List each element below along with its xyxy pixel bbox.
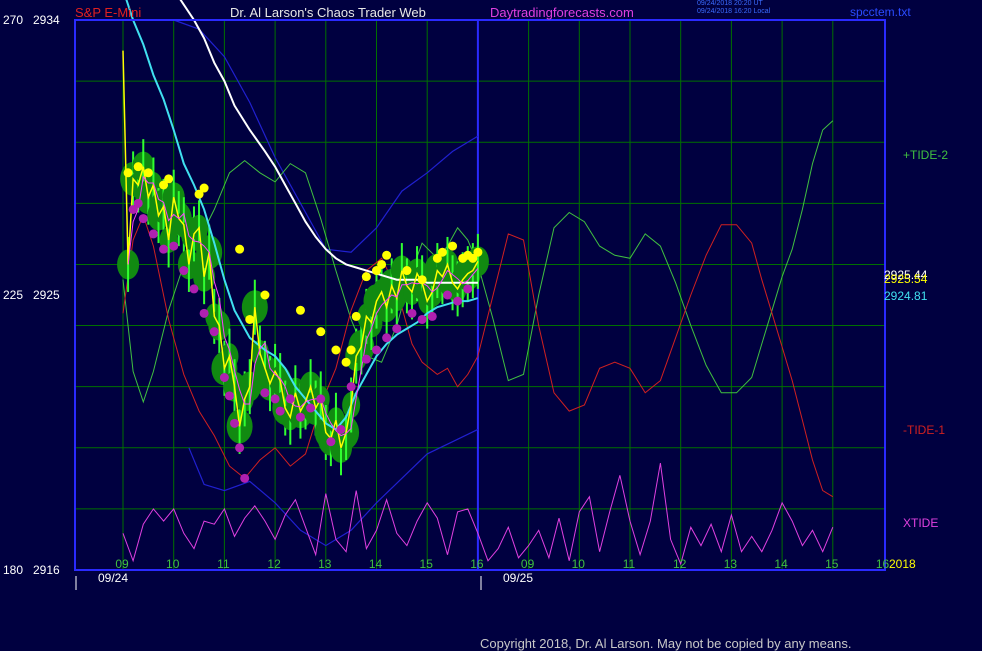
low-marker: [219, 373, 229, 382]
low-marker: [392, 324, 402, 334]
low-marker: [295, 412, 305, 422]
low-marker: [463, 284, 473, 294]
grid: [75, 20, 885, 570]
low-marker: [453, 296, 463, 306]
low-marker: [159, 244, 169, 254]
high-marker: [361, 272, 371, 282]
x-tick-label: 16: [876, 557, 890, 571]
x-tick-label: 10: [166, 557, 180, 571]
symbol-title: S&P E-Mini: [75, 5, 142, 20]
year-label: 2018: [889, 557, 916, 571]
x-tick-label: 15: [825, 557, 839, 571]
y-tick-label: 2934: [33, 13, 60, 27]
x-tick-label: 11: [623, 557, 636, 571]
axis-ticks: [75, 576, 482, 590]
x-tick-label: 09: [521, 557, 535, 571]
high-marker: [448, 241, 458, 251]
x-tick-label: 10: [572, 557, 586, 571]
low-marker: [372, 345, 381, 355]
high-marker: [123, 168, 133, 178]
low-marker: [442, 290, 452, 300]
high-marker: [402, 266, 412, 276]
x-tick-label: 13: [724, 557, 738, 571]
low-marker: [240, 473, 250, 483]
high-marker: [351, 311, 361, 321]
high-marker: [316, 327, 326, 337]
right-value: 2924.81: [884, 289, 928, 303]
low-marker: [199, 308, 209, 318]
x-tick-label: 09: [115, 557, 129, 571]
low-marker: [270, 394, 280, 404]
high-marker: [199, 183, 209, 193]
high-marker: [143, 168, 153, 178]
high-marker: [382, 250, 392, 260]
low-marker: [275, 406, 285, 416]
low-marker: [427, 311, 437, 321]
site-url[interactable]: Daytradingforecasts.com: [490, 5, 634, 20]
high-marker: [235, 244, 245, 254]
low-marker: [285, 394, 295, 404]
low-marker: [235, 443, 245, 453]
copyright: Copyright 2018, Dr. Al Larson. May not b…: [480, 636, 852, 651]
low-marker: [417, 314, 427, 324]
high-marker: [417, 275, 427, 285]
high-marker: [377, 259, 387, 269]
high-marker: [245, 314, 255, 324]
low-marker: [407, 308, 417, 318]
y-tick-left-label: 180: [3, 563, 23, 577]
site-title: Dr. Al Larson's Chaos Trader Web: [230, 5, 426, 20]
timestamp-local: 09/24/2018 16:20 Local: [697, 8, 771, 15]
low-marker: [382, 333, 392, 343]
low-marker: [336, 424, 346, 434]
high-marker: [260, 290, 270, 300]
high-marker: [133, 162, 143, 172]
high-marker: [331, 345, 341, 355]
timestamp-ut: 09/24/2018 20:20 UT: [697, 0, 763, 7]
right-value: 2925.54: [884, 272, 928, 286]
high-marker: [341, 357, 351, 367]
y-tick-left-label: 225: [3, 288, 23, 302]
high-marker: [295, 305, 305, 315]
x-tick-label: 14: [369, 557, 383, 571]
high-marker: [437, 247, 447, 257]
y-tick-label: 2916: [33, 563, 60, 577]
y-tick-left-label: 270: [3, 13, 23, 27]
x-tick-label: 13: [318, 557, 332, 571]
low-marker: [133, 198, 143, 208]
high-marker: [473, 247, 483, 257]
series-label-tide-plus: +TIDE-2: [903, 148, 948, 162]
low-marker: [179, 266, 189, 276]
x-tick-label: 15: [420, 557, 434, 571]
data-filename: spcctem.txt: [850, 5, 911, 19]
low-marker: [326, 437, 336, 447]
high-marker: [164, 174, 174, 184]
low-marker: [230, 418, 240, 428]
timestamp: 09/24/2018 20:20 UT 09/24/2018 16:20 Loc…: [697, 0, 770, 16]
series-label-xtide: XTIDE: [903, 516, 938, 530]
y-tick-label: 2925: [33, 288, 60, 302]
x-tick-label: 12: [673, 557, 687, 571]
series-label-tide-minus: -TIDE-1: [903, 423, 945, 437]
low-marker: [361, 354, 371, 364]
plot-frame: [74, 19, 886, 571]
low-marker: [169, 241, 179, 251]
low-marker: [316, 394, 326, 404]
low-marker: [306, 403, 316, 413]
chart-canvas: 270 2934 225 2925 180 2916 09 10 11 12 13 14 15 16 09 1…: [3, 0, 948, 590]
low-marker: [224, 391, 234, 401]
date-label: 09/25: [503, 571, 533, 585]
x-tick-label: 16: [470, 557, 484, 571]
low-marker: [189, 284, 199, 294]
low-marker: [209, 327, 219, 337]
x-tick-label: 12: [267, 557, 281, 571]
high-marker: [346, 345, 356, 355]
date-label: 09/24: [98, 571, 128, 585]
low-marker: [138, 214, 148, 224]
low-marker: [260, 388, 270, 398]
x-tick-label: 14: [774, 557, 788, 571]
low-marker: [346, 382, 356, 392]
low-marker: [148, 229, 158, 239]
x-tick-label: 11: [217, 557, 230, 571]
